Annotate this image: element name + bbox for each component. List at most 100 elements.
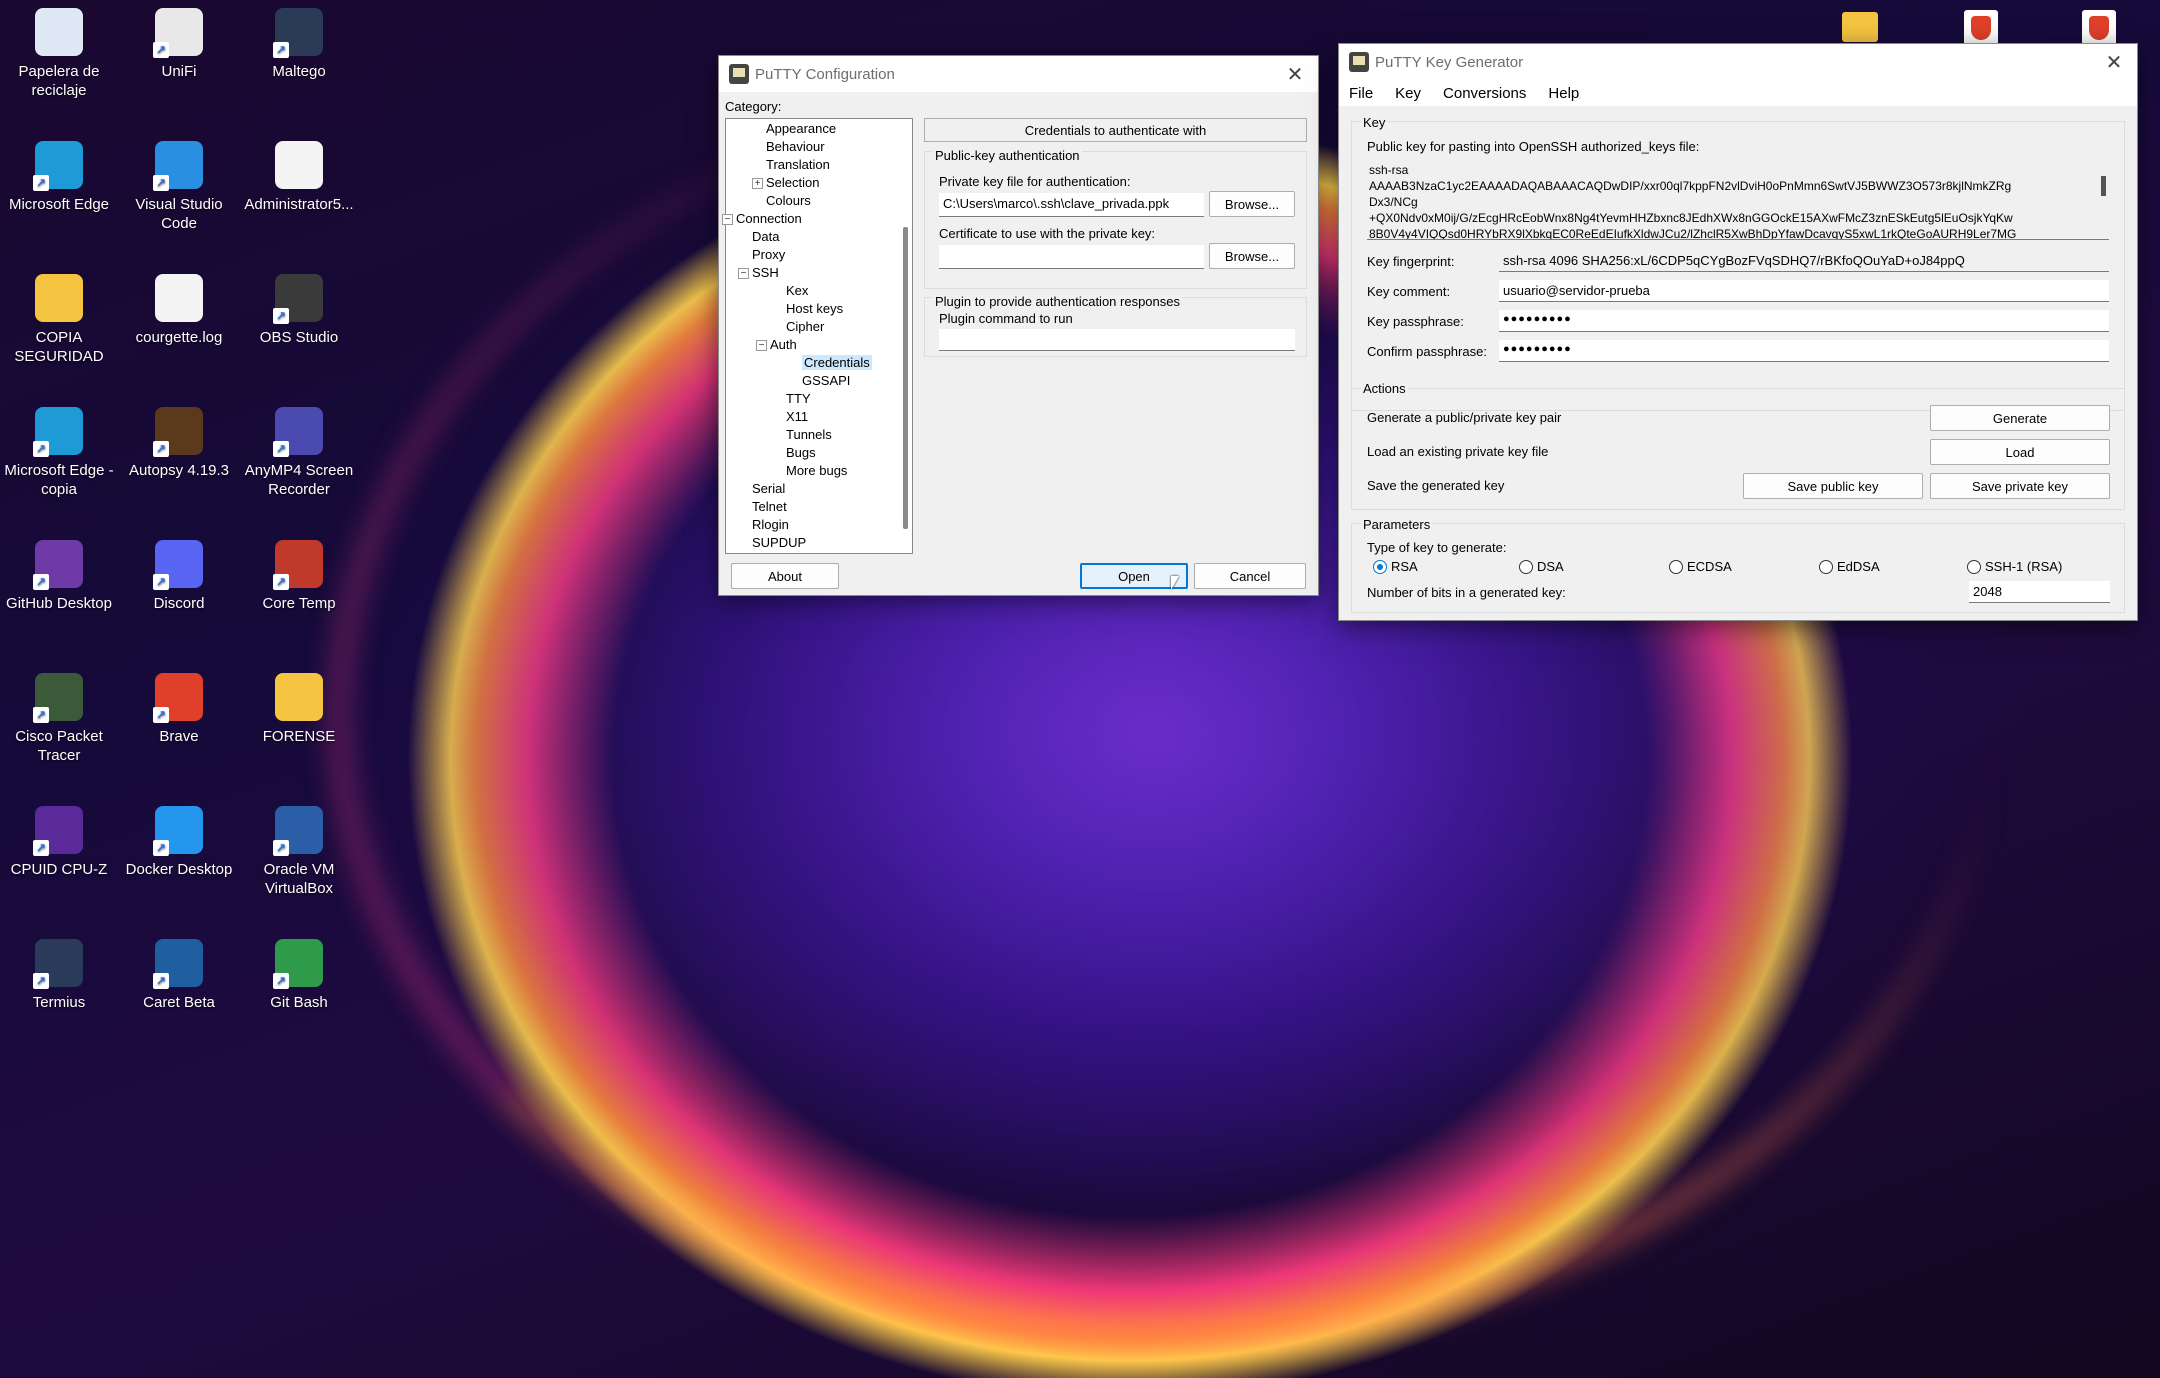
tree-item-more-bugs[interactable]: More bugs [786,463,847,478]
desktop-icon[interactable]: ↗ Cisco Packet Tracer [0,673,118,765]
tree-item-cipher[interactable]: Cipher [786,319,824,334]
tree-item-serial[interactable]: Serial [752,481,785,496]
tree-item-telnet[interactable]: Telnet [752,499,787,514]
category-tree[interactable]: Appearance Behaviour Translation + Selection… [722,118,913,554]
load-button[interactable]: Load [1930,439,2110,465]
close-icon[interactable]: ✕ [1272,62,1318,87]
tree-expander-icon[interactable]: − [722,214,733,225]
certificate-field[interactable] [939,245,1204,269]
document-icon [275,141,323,189]
tree-item-tunnels[interactable]: Tunnels [786,427,832,442]
title-bar[interactable]: PuTTY Key Generator ✕ [1339,44,2137,80]
tree-item-host-keys[interactable]: Host keys [786,301,843,316]
generate-button[interactable]: Generate [1930,405,2110,431]
folder-icon[interactable] [1842,12,1878,42]
tree-item-behaviour[interactable]: Behaviour [766,139,825,154]
tree-item-auth[interactable]: Auth [770,337,797,352]
key-type-radio-dsa[interactable]: DSA [1519,559,1564,574]
desktop-icon[interactable]: courgette.log [120,274,238,347]
desktop-icon[interactable]: ↗ Microsoft Edge - copia [0,407,118,499]
tree-scrollbar[interactable] [903,227,908,529]
browse-certificate-button[interactable]: Browse... [1209,243,1295,269]
tree-item-credentials[interactable]: Credentials [802,355,872,370]
tree-item-rlogin[interactable]: Rlogin [752,517,789,532]
desktop-icon[interactable]: ↗ Maltego [240,8,358,81]
desktop-icon[interactable]: ↗ Docker Desktop [120,806,238,879]
tree-item-translation[interactable]: Translation [766,157,830,172]
tree-item-kex[interactable]: Kex [786,283,808,298]
parameters-group-label: Parameters [1361,517,1433,532]
shortcut-arrow-icon: ↗ [153,707,169,723]
desktop-icon[interactable]: ↗ Microsoft Edge [0,141,118,214]
close-icon[interactable]: ✕ [2091,50,2137,75]
desktop-icon[interactable]: ↗ Discord [120,540,238,613]
desktop-icon[interactable]: ↗ Brave [120,673,238,746]
save-private-key-button[interactable]: Save private key [1930,473,2110,499]
tree-item-data[interactable]: Data [752,229,779,244]
desktop-icon[interactable]: ↗ GitHub Desktop [0,540,118,613]
tree-expander-icon[interactable]: − [756,340,767,351]
private-key-field[interactable]: C:\Users\marco\.ssh\clave_privada.ppk [939,193,1204,217]
desktop-icon[interactable]: ↗ UniFi [120,8,238,81]
tree-expander-icon[interactable]: − [738,268,749,279]
menu-file[interactable]: File [1349,85,1373,102]
desktop-icon[interactable]: ↗ Caret Beta [120,939,238,1012]
tree-item-proxy[interactable]: Proxy [752,247,785,262]
tree-item-gssapi[interactable]: GSSAPI [802,373,850,388]
desktop-icon[interactable]: ↗ Git Bash [240,939,358,1012]
desktop-icon[interactable]: Papelera de reciclaje [0,8,118,100]
pubkey-group-label: Public-key authentication [933,148,1082,163]
desktop-icon[interactable]: COPIA SEGURIDAD [0,274,118,366]
tree-item-colours[interactable]: Colours [766,193,811,208]
coretemp-icon: ↗ [273,540,323,590]
menu-help[interactable]: Help [1548,85,1579,102]
desktop-icon[interactable]: ↗ Visual Studio Code [120,141,238,233]
desktop-icon[interactable]: ↗ AnyMP4 Screen Recorder [240,407,358,499]
brave-icon[interactable] [2082,10,2116,46]
pubkey-scrollbar[interactable] [2101,176,2106,196]
tree-item-tty[interactable]: TTY [786,391,811,406]
menu-conversions[interactable]: Conversions [1443,85,1526,102]
desktop-icon[interactable]: ↗ Termius [0,939,118,1012]
tree-item-supdup[interactable]: SUPDUP [752,535,806,550]
browse-private-key-button[interactable]: Browse... [1209,191,1295,217]
fingerprint-field[interactable]: ssh-rsa 4096 SHA256:xL/6CDP5qCYgBozFVqSD… [1499,250,2109,272]
key-type-radio-rsa[interactable]: RSA [1373,559,1418,574]
comment-field[interactable]: usuario@servidor-prueba [1499,280,2109,302]
desktop-icon[interactable]: ↗ Autopsy 4.19.3 [120,407,238,480]
key-type-radio-ecdsa[interactable]: ECDSA [1669,559,1732,574]
desktop-icon[interactable]: FORENSE [240,673,358,746]
about-button[interactable]: About [731,563,839,589]
save-public-key-button[interactable]: Save public key [1743,473,1923,499]
shortcut-arrow-icon: ↗ [33,574,49,590]
plugin-command-field[interactable] [939,329,1295,351]
recycle-bin-icon [35,8,83,56]
desktop-icon[interactable]: ↗ Oracle VM VirtualBox [240,806,358,898]
tree-item-connection[interactable]: Connection [736,211,802,226]
desktop-icon-label: UniFi [161,63,197,80]
desktop-icon-label: Caret Beta [143,994,215,1011]
folder-icon [35,274,83,322]
key-type-radio-ssh-1-rsa[interactable]: SSH-1 (RSA) [1967,559,2062,574]
cancel-button[interactable]: Cancel [1194,563,1306,589]
brave-icon: ↗ [153,673,203,723]
shortcut-arrow-icon: ↗ [153,441,169,457]
tree-item-appearance[interactable]: Appearance [766,121,836,136]
desktop-icon[interactable]: ↗ CPUID CPU-Z [0,806,118,879]
bits-field[interactable]: 2048 [1969,581,2110,603]
desktop-icon[interactable]: ↗ Core Temp [240,540,358,613]
confirm-passphrase-field[interactable]: ●●●●●●●●● [1499,340,2109,362]
tree-item-ssh[interactable]: SSH [752,265,779,280]
tree-item-selection[interactable]: Selection [766,175,819,190]
key-type-radio-eddsa[interactable]: EdDSA [1819,559,1880,574]
title-bar[interactable]: PuTTY Configuration ✕ [719,56,1318,92]
brave-icon[interactable] [1964,10,1998,46]
desktop-icon[interactable]: ↗ OBS Studio [240,274,358,347]
menu-key[interactable]: Key [1395,85,1421,102]
desktop-icon[interactable]: Administrator5... [240,141,358,214]
tree-item-x11[interactable]: X11 [786,409,808,424]
passphrase-field[interactable]: ●●●●●●●●● [1499,310,2109,332]
pubkey-textarea[interactable]: ssh-rsa AAAAB3NzaC1yc2EAAAADAQABAAACAQDwD… [1367,158,2109,240]
tree-item-bugs[interactable]: Bugs [786,445,816,460]
tree-expander-icon[interactable]: + [752,178,763,189]
